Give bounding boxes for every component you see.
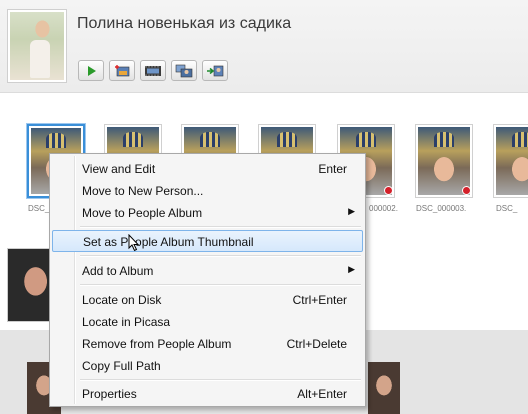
album-toolbar <box>78 60 228 81</box>
menu-item-shortcut: Ctrl+Enter <box>292 293 347 307</box>
location-pin-icon <box>462 186 471 195</box>
menu-item-label: Set as People Album Thumbnail <box>83 235 254 249</box>
menu-item-shortcut: Ctrl+Delete <box>286 337 347 351</box>
menu-separator <box>80 379 361 381</box>
menu-item-shortcut: Enter <box>318 162 347 176</box>
face-image <box>496 127 528 195</box>
menu-item-label: Move to New Person... <box>82 184 204 198</box>
album-cover-image <box>10 12 64 80</box>
menu-item-label: Copy Full Path <box>82 359 161 373</box>
menu-separator <box>80 226 361 228</box>
album-title: Полина новенькая из садика <box>77 15 292 32</box>
picture-add-icon <box>114 64 130 77</box>
face-thumbnail[interactable] <box>415 124 473 198</box>
play-icon <box>85 65 97 77</box>
face-thumbnail[interactable] <box>493 124 528 198</box>
mouse-pointer-icon <box>128 233 140 257</box>
menu-item-shortcut: Alt+Enter <box>297 387 347 401</box>
menu-item-view-and-edit[interactable]: View and Edit Enter <box>52 158 363 180</box>
thumbnail-filename: DSC_ <box>28 204 50 213</box>
menu-item-set-as-album-thumbnail[interactable]: Set as People Album Thumbnail <box>52 230 363 252</box>
album-header: Полина новенькая из садика <box>0 0 528 93</box>
menu-separator <box>80 284 361 286</box>
menu-item-label: Move to People Album <box>82 206 203 220</box>
menu-separator <box>80 255 361 257</box>
location-pin-icon <box>384 186 393 195</box>
album-cover-thumbnail[interactable] <box>7 9 67 83</box>
menu-item-move-to-people-album[interactable]: Move to People Album ▶ <box>52 202 363 224</box>
person-photo[interactable] <box>368 362 400 414</box>
add-photo-button[interactable] <box>109 60 135 81</box>
submenu-arrow-icon: ▶ <box>348 264 355 274</box>
person-thumbnail[interactable] <box>7 248 55 322</box>
menu-item-properties[interactable]: Properties Alt+Enter <box>52 383 363 405</box>
menu-item-locate-in-picasa[interactable]: Locate in Picasa <box>52 311 363 333</box>
play-slideshow-button[interactable] <box>78 60 104 81</box>
context-menu: View and Edit Enter Move to New Person..… <box>49 153 366 407</box>
collage-icon <box>175 64 193 78</box>
thumbnail-filename: DSC_000003. <box>416 204 467 213</box>
menu-item-label: Locate on Disk <box>82 293 162 307</box>
collage-button[interactable] <box>171 60 197 81</box>
menu-item-add-to-album[interactable]: Add to Album ▶ <box>52 260 363 282</box>
menu-item-label: View and Edit <box>82 162 156 176</box>
menu-item-label: Locate in Picasa <box>82 315 171 329</box>
thumbnail-filename: 000002. <box>369 204 398 213</box>
menu-item-locate-on-disk[interactable]: Locate on Disk Ctrl+Enter <box>52 289 363 311</box>
menu-item-label: Add to Album <box>82 264 154 278</box>
film-icon <box>144 65 162 77</box>
menu-item-remove-from-people-album[interactable]: Remove from People Album Ctrl+Delete <box>52 333 363 355</box>
menu-item-label: Remove from People Album <box>82 337 232 351</box>
export-button[interactable] <box>202 60 228 81</box>
menu-item-copy-full-path[interactable]: Copy Full Path <box>52 355 363 377</box>
export-icon <box>206 64 224 78</box>
menu-item-move-to-new-person[interactable]: Move to New Person... <box>52 180 363 202</box>
thumbnail-filename: DSC_ <box>496 204 518 213</box>
face-image <box>418 127 470 195</box>
submenu-arrow-icon: ▶ <box>348 206 355 216</box>
menu-item-label: Properties <box>82 387 137 401</box>
movie-button[interactable] <box>140 60 166 81</box>
